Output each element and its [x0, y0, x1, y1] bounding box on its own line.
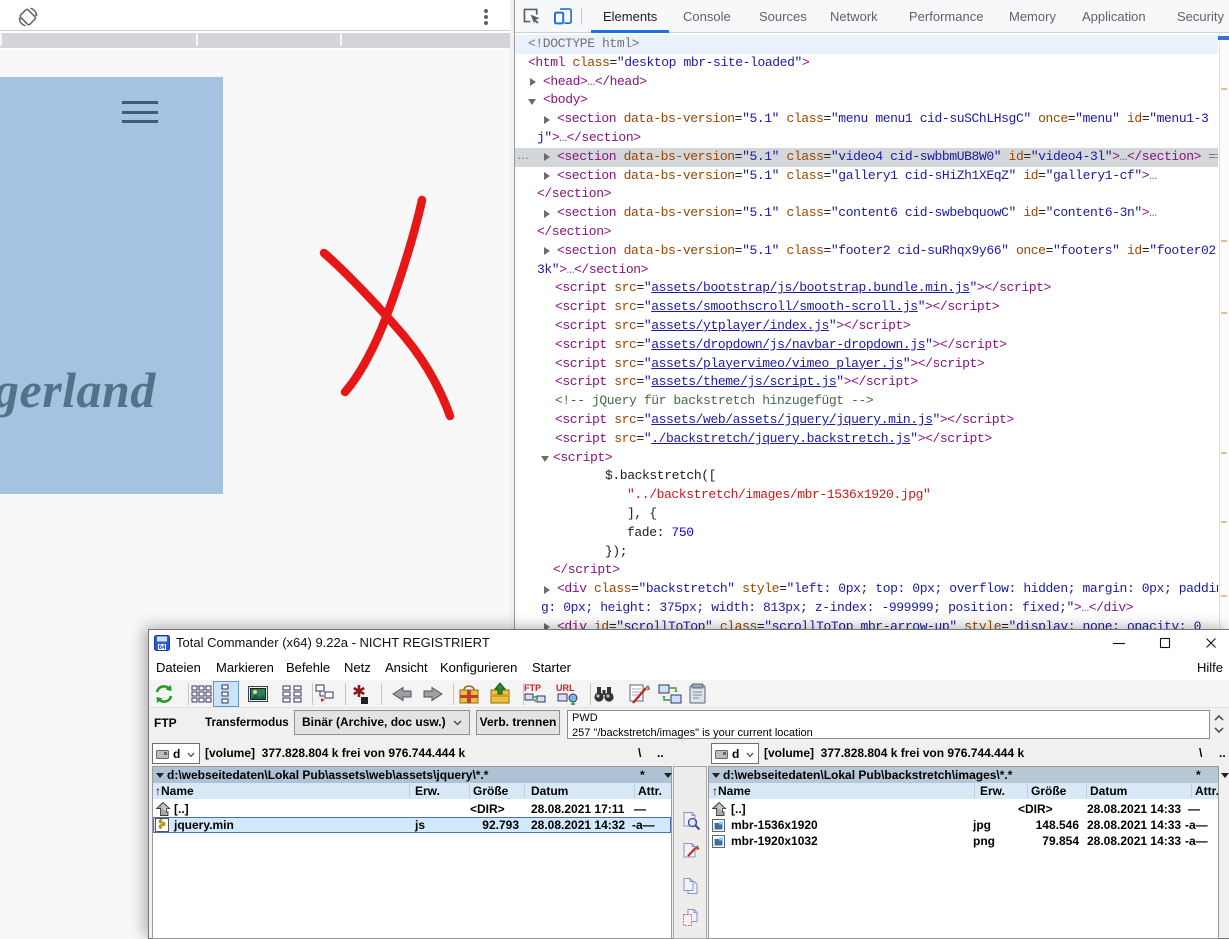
svg-text:FTP: FTP: [524, 683, 541, 693]
svg-text:64: 64: [159, 645, 166, 651]
svg-text:URL: URL: [556, 683, 575, 693]
